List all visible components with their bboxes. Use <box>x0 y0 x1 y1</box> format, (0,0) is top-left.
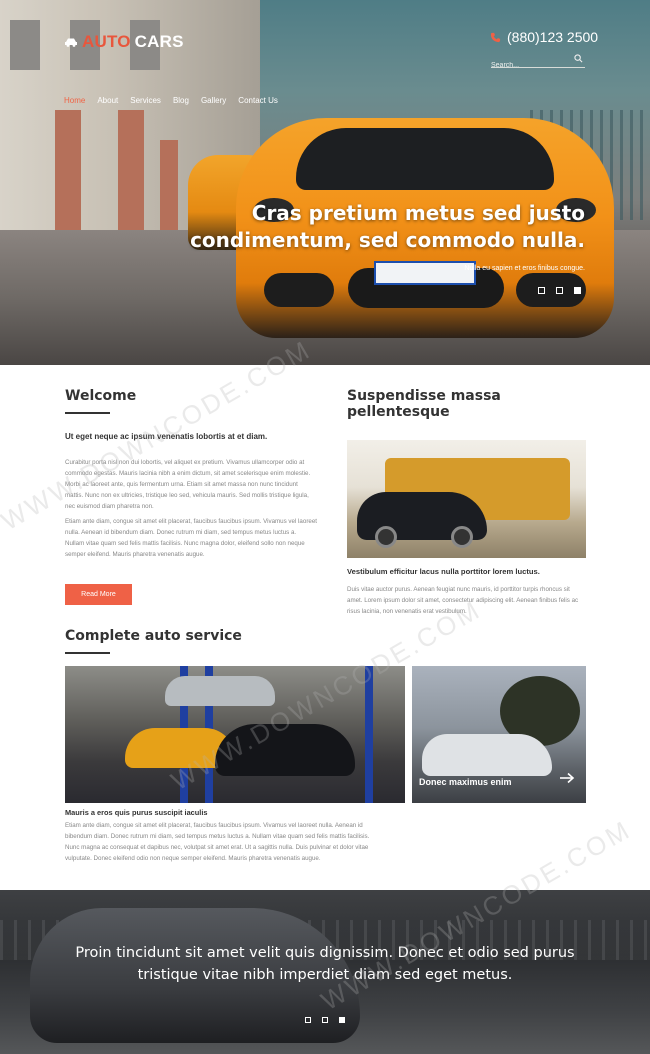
nav-item-home[interactable]: Home <box>64 96 85 105</box>
service-body: Etiam ante diam, congue sit amet elit pl… <box>65 822 370 862</box>
gallery-label: Donec maximus enim <box>419 777 512 787</box>
lift-post <box>365 666 373 803</box>
suspendisse-heading: Suspendisse massa pellentesque <box>347 388 501 420</box>
logo-word-cars: CARS <box>134 32 184 51</box>
logo-word-auto: AUTO <box>82 32 131 51</box>
car-plate <box>374 261 476 285</box>
phone-contact: (880)123 2500 <box>490 29 598 45</box>
car-with-machinery-image <box>347 440 586 558</box>
slider-dot-active[interactable] <box>339 1017 345 1023</box>
silver-car-shape <box>165 676 275 706</box>
building-column <box>118 110 144 250</box>
wheel-shape <box>375 526 397 548</box>
suspendisse-section: Suspendisse massa pellentesque Vestibulu… <box>347 388 587 617</box>
welcome-body-1: Curabitur porta nisl non dui lobortis, v… <box>65 459 311 510</box>
white-car-shape <box>422 734 552 776</box>
main-nav: Home About Services Blog Gallery Contact… <box>64 96 278 105</box>
nav-item-services[interactable]: Services <box>130 96 161 105</box>
hero-title: Cras pretium metus sed justo condimentum… <box>190 201 585 252</box>
heading-underline <box>65 412 110 414</box>
nav-item-blog[interactable]: Blog <box>173 96 189 105</box>
car-vent <box>264 273 334 307</box>
bottom-slider-dots <box>305 1017 345 1023</box>
nav-item-contact-us[interactable]: Contact Us <box>238 96 278 105</box>
building-column <box>55 110 81 250</box>
welcome-body-2: Etiam ante diam, congue sit amet elit pl… <box>65 518 317 558</box>
arrow-right-icon[interactable] <box>559 772 575 784</box>
car-logo-icon <box>65 38 77 47</box>
search-icon[interactable] <box>574 54 583 63</box>
nav-item-gallery[interactable]: Gallery <box>201 96 226 105</box>
welcome-section: Welcome Ut eget neque ac ipsum venenatis… <box>65 388 317 605</box>
garage-gallery-image[interactable] <box>65 666 405 803</box>
search-input[interactable] <box>491 62 567 69</box>
testimonial-slider: Proin tincidunt sit amet velit quis dign… <box>0 890 650 1054</box>
phone-number: (880)123 2500 <box>507 29 599 45</box>
slider-dot[interactable] <box>305 1017 311 1023</box>
read-more-button[interactable]: Read More <box>65 584 132 605</box>
sports-car-gallery-image[interactable]: Donec maximus enim <box>412 666 586 803</box>
building-window <box>10 20 40 70</box>
hero-slider-dots <box>538 287 581 294</box>
site-logo[interactable]: AUTO CARS <box>64 32 184 52</box>
heading-underline <box>65 652 110 654</box>
hero-subtitle: Nulla eu sapien et eros finibus congue. <box>464 265 585 272</box>
welcome-lead: Ut eget neque ac ipsum venenatis loborti… <box>65 432 268 441</box>
wheel-shape <box>451 526 473 548</box>
suspendisse-body: Duis vitae auctor purus. Aenean feugiat … <box>347 586 579 615</box>
hero-slider: AUTO CARS (880)123 2500 Home About Servi… <box>0 0 650 365</box>
welcome-heading: Welcome <box>65 388 137 404</box>
nav-item-about[interactable]: About <box>97 96 118 105</box>
suspendisse-caption: Vestibulum efficitur lacus nulla porttit… <box>347 567 540 576</box>
phone-icon <box>490 32 501 42</box>
search-box <box>491 52 585 69</box>
slider-dot-active[interactable] <box>574 287 581 294</box>
service-heading: Complete auto service <box>65 628 242 644</box>
slider-dot[interactable] <box>322 1017 328 1023</box>
slider-dot[interactable] <box>538 287 545 294</box>
service-caption: Mauris a eros quis purus suscipit iaculi… <box>65 808 208 817</box>
slider-dot[interactable] <box>556 287 563 294</box>
black-car-shape <box>215 724 355 776</box>
service-section: Complete auto service Donec maximus enim… <box>65 628 586 862</box>
slider-quote: Proin tincidunt sit amet velit quis dign… <box>75 945 575 983</box>
car-windshield <box>296 128 554 190</box>
